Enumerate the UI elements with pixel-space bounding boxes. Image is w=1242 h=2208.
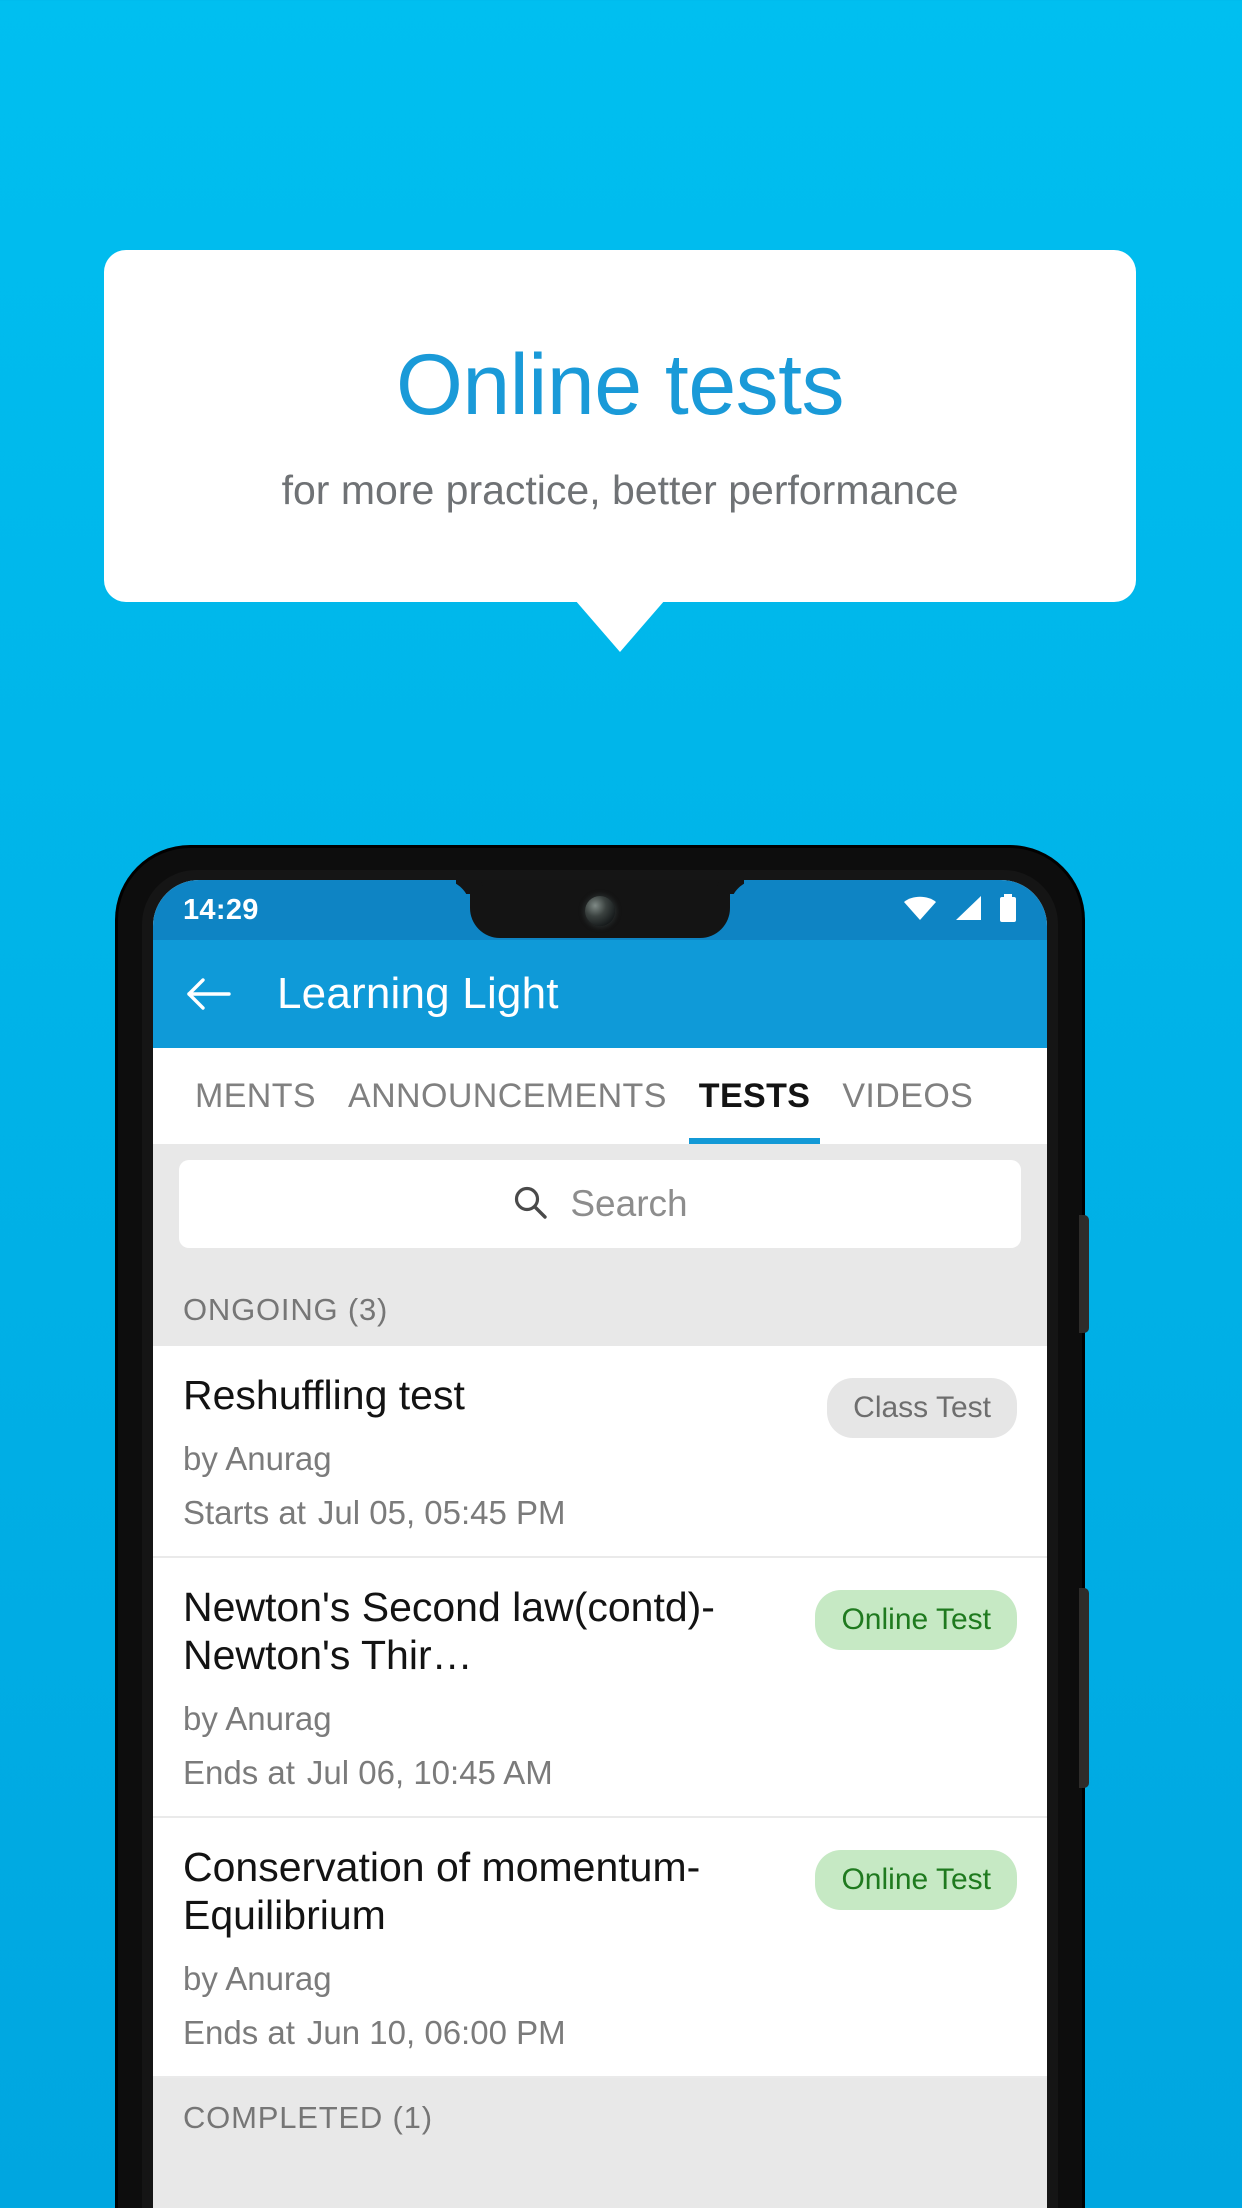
test-list-item[interactable]: Reshuffling test by Anurag Starts at Jul …: [153, 1346, 1047, 1558]
back-arrow-icon[interactable]: [183, 968, 235, 1020]
test-title: Newton's Second law(contd)-Newton's Thir…: [183, 1583, 715, 1678]
test-list: Reshuffling test by Anurag Starts at Jul …: [153, 1346, 1047, 2078]
test-item-details: Reshuffling test by Anurag Starts at Jul …: [183, 1372, 827, 1532]
test-schedule-value: Jun 10, 06:00 PM: [306, 2013, 566, 2051]
battery-icon: [999, 893, 1017, 927]
tab-tests[interactable]: TESTS: [683, 1048, 827, 1144]
test-title: Reshuffling test: [183, 1372, 465, 1418]
status-bar-icons: [903, 893, 1017, 927]
status-badge: Class Test: [827, 1378, 1017, 1438]
status-badge: Online Test: [815, 1849, 1017, 1910]
cellular-signal-icon: [953, 895, 983, 926]
test-schedule: Ends at Jun 10, 06:00 PM: [183, 2014, 795, 2052]
phone-right-volume-button[interactable]: [1079, 1588, 1089, 1788]
section-header-completed: COMPLETED (1): [153, 2077, 1047, 2154]
tab-videos[interactable]: VIDEOS: [826, 1048, 989, 1144]
test-schedule-value: Jul 06, 10:45 AM: [306, 1753, 553, 1791]
app-bar: Learning Light: [153, 940, 1047, 1048]
front-camera-icon: [585, 896, 615, 926]
search-bar-container: Search: [153, 1144, 1047, 1270]
test-item-details: Conservation of momentum-Equilibrium by …: [183, 1844, 815, 2052]
tab-bar: MENTS ANNOUNCEMENTS TESTS VIDEOS: [153, 1048, 1047, 1144]
section-header-label: COMPLETED (1): [183, 2099, 433, 2135]
phone-power-button[interactable]: [1079, 1215, 1089, 1333]
phone-screen: 14:29 Learning Light MENTS ANNOUNCEMENTS…: [153, 880, 1047, 2208]
section-header-label: ONGOING (3): [183, 1292, 389, 1327]
test-schedule-label: Ends at: [183, 1753, 295, 1791]
test-author: by Anurag: [183, 1959, 332, 1997]
test-author: by Anurag: [183, 1439, 332, 1477]
speech-bubble-tail: [575, 600, 665, 652]
app-bar-title: Learning Light: [277, 969, 559, 1018]
promo-bubble: Online tests for more practice, better p…: [104, 250, 1136, 602]
tab-announcements[interactable]: ANNOUNCEMENTS: [332, 1048, 683, 1144]
phone-device-frame: 14:29 Learning Light MENTS ANNOUNCEMENTS…: [118, 848, 1082, 2208]
test-schedule-label: Ends at: [183, 2013, 295, 2051]
section-header-ongoing: ONGOING (3): [153, 1270, 1047, 1346]
phone-bezel: 14:29 Learning Light MENTS ANNOUNCEMENTS…: [142, 870, 1058, 2208]
test-schedule-value: Jul 05, 05:45 PM: [317, 1493, 566, 1531]
tab-label: TESTS: [698, 1076, 811, 1115]
test-list-item[interactable]: Newton's Second law(contd)-Newton's Thir…: [153, 1557, 1047, 1818]
wifi-icon: [903, 895, 937, 926]
test-schedule-label: Starts at: [183, 1493, 306, 1531]
content-area: Search ONGOING (3) Reshuffling test by A…: [153, 1144, 1047, 2208]
tab-assignments[interactable]: MENTS: [179, 1048, 332, 1144]
tab-label: VIDEOS: [842, 1076, 974, 1115]
tab-label: MENTS: [195, 1076, 316, 1115]
test-author: by Anurag: [183, 1699, 332, 1737]
test-title: Conservation of momentum-Equilibrium: [183, 1843, 701, 1938]
promo-subtitle: for more practice, better performance: [281, 466, 959, 513]
promo-title: Online tests: [395, 336, 845, 433]
status-bar: 14:29: [153, 880, 1047, 940]
search-placeholder: Search: [570, 1183, 688, 1224]
search-icon: [512, 1184, 548, 1225]
test-schedule: Ends at Jul 06, 10:45 AM: [183, 1754, 795, 1792]
search-input[interactable]: Search: [179, 1160, 1021, 1248]
phone-notch: [470, 880, 730, 938]
tab-label: ANNOUNCEMENTS: [348, 1076, 667, 1115]
status-badge: Online Test: [815, 1589, 1017, 1650]
status-bar-time: 14:29: [183, 893, 259, 926]
test-item-details: Newton's Second law(contd)-Newton's Thir…: [183, 1584, 815, 1792]
test-schedule: Starts at Jul 05, 05:45 PM: [183, 1494, 807, 1532]
test-list-item[interactable]: Conservation of momentum-Equilibrium by …: [153, 1817, 1047, 2078]
